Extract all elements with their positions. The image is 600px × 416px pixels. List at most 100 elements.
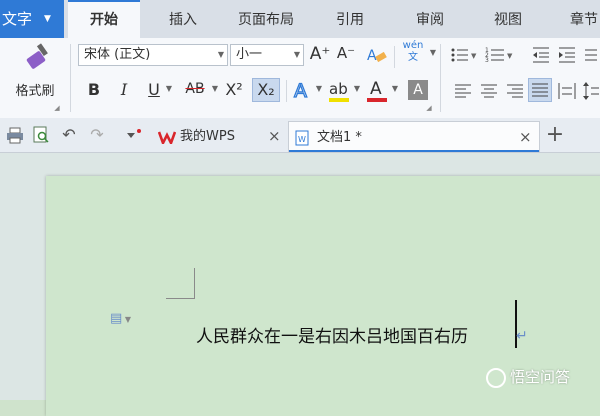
home-toolbar: 格式刷 ◢ 宋体 (正文) ▼ 小一 ▼ A⁺ A⁻ A wén 文 ▼ B I… — [0, 38, 600, 119]
toolbar-divider — [70, 44, 71, 112]
customize-quick-access-button[interactable] — [124, 126, 144, 144]
ribbon-tab-bar: 文字 ▼ 开始 插入 页面布局 引用 审阅 视图 章节 — [0, 0, 600, 38]
tab-review[interactable]: 审阅 — [398, 0, 462, 38]
chevron-down-icon[interactable]: ▼ — [428, 48, 438, 57]
chevron-down-icon[interactable]: ▼ — [314, 84, 324, 93]
quick-access-bar: ↶ ↷ 我的WPS × W 文档1 * × + — [0, 118, 600, 153]
font-name-value: 宋体 (正文) — [84, 47, 151, 62]
underline-button[interactable]: U — [144, 80, 164, 99]
format-painter-label: 格式刷 — [15, 84, 55, 99]
text-effect-icon: A — [293, 79, 307, 102]
tab-page-layout[interactable]: 页面布局 — [224, 0, 308, 38]
doc-tab-label: 我的WPS — [180, 129, 235, 144]
font-color-letter: A — [370, 79, 382, 99]
font-size-select[interactable]: 小一 ▼ — [230, 44, 304, 66]
print-preview-button[interactable] — [32, 126, 50, 144]
numbered-list-icon: 1 2 3 ▼ — [485, 47, 513, 64]
line-spacing-button[interactable] — [582, 80, 600, 102]
strikethrough-button[interactable]: AB — [180, 81, 210, 97]
indent-icon — [559, 47, 575, 63]
document-outline-icon: ▤ — [110, 311, 123, 326]
doc-tab-my-wps[interactable]: 我的WPS × — [150, 121, 286, 152]
clear-format-button[interactable]: A — [364, 44, 390, 66]
increase-indent-button[interactable] — [556, 44, 578, 66]
undo-button[interactable]: ↶ — [60, 125, 78, 144]
font-color-button[interactable]: A — [364, 78, 390, 104]
doc-tab-document1[interactable]: W 文档1 * × — [288, 121, 540, 152]
svg-text:▼: ▼ — [507, 52, 513, 60]
wps-logo-icon — [158, 131, 176, 144]
close-icon[interactable]: × — [268, 121, 281, 152]
svg-text:W: W — [298, 135, 306, 144]
app-menu-button[interactable]: 文字 ▼ — [0, 0, 64, 38]
paragraph-handle[interactable]: ▤ ▼ — [110, 311, 146, 329]
watermark-text: 悟空问答 — [510, 368, 571, 386]
chevron-down-icon: ▼ — [217, 50, 224, 59]
grow-font-button[interactable]: A⁺ — [308, 44, 332, 64]
print-button[interactable] — [6, 126, 24, 144]
svg-text:3: 3 — [485, 57, 489, 64]
align-right-button[interactable] — [504, 80, 526, 102]
phonetic-guide-button[interactable]: wén 文 — [398, 40, 428, 70]
chevron-down-icon[interactable]: ▼ — [352, 84, 362, 93]
chinese-layout-button[interactable] — [582, 44, 600, 66]
paragraph-mark: ↵ — [516, 328, 528, 344]
chevron-down-icon: ▼ — [122, 315, 131, 324]
document-text[interactable]: 人民群众在一是右因木吕地国百右历 — [196, 322, 468, 347]
printer-icon — [7, 127, 23, 144]
group-expand-icon[interactable]: ◢ — [52, 104, 62, 112]
chevron-down-icon: ▼ — [44, 14, 51, 24]
distributed-icon — [558, 83, 576, 99]
tab-view[interactable]: 视图 — [476, 0, 540, 38]
tab-references[interactable]: 引用 — [318, 0, 382, 38]
app-menu-label: 文字 — [2, 10, 33, 28]
shrink-font-button[interactable]: A⁻ — [334, 44, 358, 62]
margin-corner-mark — [166, 268, 195, 299]
justify-icon — [532, 83, 548, 97]
tab-insert[interactable]: 插入 — [148, 0, 218, 38]
group-expand-icon[interactable]: ◢ — [424, 104, 434, 112]
numbering-button[interactable]: 1 2 3 ▼ — [484, 44, 516, 66]
distributed-align-button[interactable] — [556, 80, 578, 102]
chevron-down-icon[interactable]: ▼ — [210, 84, 220, 93]
tab-home[interactable]: 开始 — [68, 0, 140, 38]
highlight-swatch — [329, 98, 349, 102]
text-effect-button[interactable]: A — [292, 78, 314, 102]
close-icon[interactable]: × — [519, 122, 532, 153]
superscript-button[interactable]: X² — [220, 80, 248, 99]
decrease-indent-button[interactable] — [530, 44, 552, 66]
align-left-button[interactable] — [452, 80, 474, 102]
align-left-icon — [455, 84, 471, 98]
highlight-letter: ab — [329, 80, 348, 98]
line-spacing-icon — [583, 82, 599, 100]
justify-button[interactable] — [528, 78, 552, 102]
eraser-icon: A — [367, 48, 387, 64]
tab-sections[interactable]: 章节 — [556, 0, 600, 38]
word-document-icon: W — [295, 130, 309, 146]
bullets-button[interactable]: ▼ — [448, 44, 480, 66]
align-center-icon — [481, 84, 497, 98]
bold-button[interactable]: B — [84, 80, 104, 99]
toolbar-divider — [394, 46, 395, 68]
chevron-down-icon: ▼ — [293, 50, 300, 59]
chinese-layout-icon — [585, 49, 597, 61]
new-tab-button[interactable]: + — [544, 122, 566, 148]
chevron-down-icon[interactable]: ▼ — [390, 84, 400, 93]
highlight-button[interactable]: ab — [326, 78, 352, 104]
svg-text:A: A — [294, 80, 307, 102]
toolbar-divider — [286, 80, 287, 102]
format-painter-button[interactable] — [18, 42, 58, 72]
font-name-select[interactable]: 宋体 (正文) ▼ — [78, 44, 228, 66]
active-tab-indicator — [289, 150, 539, 152]
align-center-button[interactable] — [478, 80, 500, 102]
brush-icon — [26, 43, 48, 69]
character-shading-button[interactable]: A — [408, 80, 428, 100]
redo-button[interactable]: ↷ — [88, 125, 106, 144]
watermark: 悟空问答 — [486, 366, 570, 388]
font-size-value: 小一 — [236, 47, 263, 62]
toolbar-divider — [440, 44, 441, 112]
italic-button[interactable]: I — [114, 80, 134, 99]
chevron-down-icon[interactable]: ▼ — [164, 84, 174, 93]
print-preview-icon — [33, 126, 49, 143]
subscript-button[interactable]: X₂ — [252, 78, 280, 102]
